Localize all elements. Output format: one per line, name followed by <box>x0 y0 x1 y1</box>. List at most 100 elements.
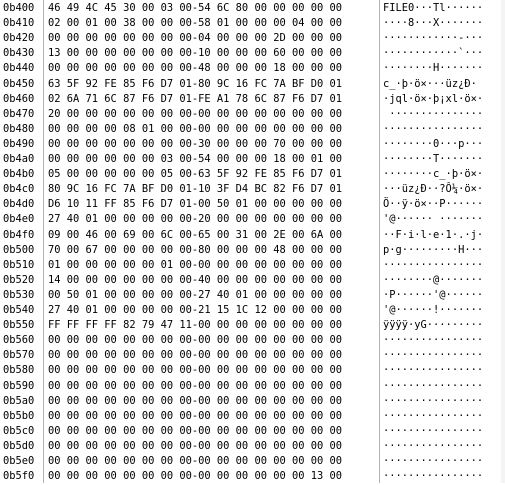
hex-bytes[interactable]: 00 00 00 00 00 00 00 00-04 00 00 00 2D 0… <box>48 31 342 47</box>
ascii-text[interactable]: ················ <box>383 348 483 364</box>
hex-bytes[interactable]: FF FF FF FF 82 79 47 11-00 00 00 00 00 0… <box>48 318 342 334</box>
hex-bytes[interactable]: 20 00 00 00 00 00 00 00-00 00 00 00 00 0… <box>48 107 342 123</box>
ascii-text[interactable]: ··············· <box>383 107 483 123</box>
ascii-text[interactable]: ·jql·ö×·þ¡xl·ö×· <box>383 92 483 108</box>
hex-bytes[interactable]: 00 00 00 00 08 01 00 00-00 00 00 00 00 0… <box>48 122 342 138</box>
hex-bytes[interactable]: 00 00 00 00 00 00 00 00-00 00 00 00 00 0… <box>48 394 342 410</box>
ascii-text[interactable]: ········0···p··· <box>383 137 483 153</box>
ascii-text[interactable]: ÿÿÿÿ·yG········· <box>383 318 483 334</box>
offset-cell: 0b430 <box>3 47 35 60</box>
offset-cell: 0b410 <box>3 17 35 30</box>
offset-cell: 0b4f0 <box>3 228 35 241</box>
ascii-text[interactable]: '@······!······· <box>383 303 483 319</box>
hex-editor-view[interactable]: 0b400 46 49 4C 45 30 00 03 00-54 6C 80 00… <box>0 0 505 483</box>
hex-bytes[interactable]: 02 00 01 00 38 00 00 00-58 01 00 00 00 0… <box>48 16 342 32</box>
ascii-text[interactable]: ········H······· <box>383 61 483 77</box>
ascii-text[interactable]: Ö··ÿ·ö×··P······ <box>383 197 483 213</box>
hex-bytes[interactable]: 05 00 00 00 00 00 05 00-63 5F 92 FE 85 F… <box>48 167 342 183</box>
ascii-text[interactable]: ················ <box>383 379 483 395</box>
hex-bytes[interactable]: 63 5F 92 FE 85 F6 D7 01-80 9C 16 FC 7A B… <box>48 77 342 93</box>
offset-cell: 0b5a0 <box>3 394 35 407</box>
hex-bytes[interactable]: 27 40 01 00 00 00 00 00-20 00 00 00 00 0… <box>48 212 342 228</box>
hex-bytes[interactable]: 00 00 00 00 00 00 00 00-00 00 00 00 00 0… <box>48 469 342 485</box>
hex-bytes[interactable]: 00 00 00 00 00 00 00 00-00 00 00 00 00 0… <box>48 348 342 364</box>
offset-cell: 0b460 <box>3 92 35 105</box>
ascii-text[interactable]: ················ <box>383 122 483 138</box>
ascii-text[interactable]: ··F·i·l·e·1·.·j· <box>383 228 483 244</box>
ascii-text[interactable]: ················ <box>383 469 483 485</box>
offset-cell: 0b5f0 <box>3 470 35 483</box>
ascii-text[interactable]: '@······ ······· <box>383 212 483 228</box>
offset-cell: 0b4c0 <box>3 183 35 196</box>
ascii-text[interactable]: c_·þ·ö×···üz¿Ð· <box>383 77 477 93</box>
hex-bytes[interactable]: 00 50 01 00 00 00 00 00-27 40 01 00 00 0… <box>48 288 342 304</box>
hex-bytes[interactable]: 80 9C 16 FC 7A BF D0 01-10 3F D4 BC 82 F… <box>48 182 342 198</box>
hex-bytes[interactable]: 27 40 01 00 00 00 00 00-21 15 1C 12 00 0… <box>48 303 342 319</box>
ascii-text[interactable]: ········c_·þ·ö×· <box>383 167 483 183</box>
hex-bytes[interactable]: 00 00 00 00 00 00 00 00-48 00 00 00 18 0… <box>48 61 342 77</box>
offset-cell: 0b5e0 <box>3 455 35 467</box>
hex-bytes[interactable]: 00 00 00 00 00 00 00 00-00 00 00 00 00 0… <box>48 454 342 470</box>
ascii-text[interactable]: ················ <box>383 258 483 274</box>
hex-bytes[interactable]: 00 00 00 00 00 00 00 00-00 00 00 00 00 0… <box>48 363 342 379</box>
offset-cell: 0b450 <box>3 77 35 90</box>
ascii-text[interactable]: ········T······· <box>383 152 483 168</box>
offset-column-divider <box>43 0 44 483</box>
hex-bytes[interactable]: 00 00 00 00 00 00 00 00-00 00 00 00 00 0… <box>48 379 342 395</box>
hex-bytes[interactable]: 00 00 00 00 00 00 00 00-00 00 00 00 00 0… <box>48 439 342 455</box>
ascii-text[interactable]: ················ <box>383 424 483 440</box>
hex-bytes[interactable]: 00 00 00 00 00 00 00 00-00 00 00 00 00 0… <box>48 409 342 425</box>
offset-cell: 0b500 <box>3 243 35 256</box>
scrollbar-edge[interactable] <box>501 0 505 483</box>
ascii-text[interactable]: ················ <box>383 439 483 455</box>
ascii-text[interactable]: ·P······'@······ <box>383 288 483 304</box>
offset-cell: 0b4e0 <box>3 213 35 226</box>
offset-cell: 0b420 <box>3 32 35 45</box>
offset-cell: 0b4b0 <box>3 168 35 181</box>
hex-bytes[interactable]: 46 49 4C 45 30 00 03 00-54 6C 80 00 00 0… <box>48 1 342 17</box>
ascii-column-divider <box>379 0 380 483</box>
offset-cell: 0b470 <box>3 107 35 120</box>
ascii-text[interactable]: ········@······· <box>383 273 483 289</box>
hex-bytes[interactable]: 13 00 00 00 00 00 00 00-10 00 00 00 60 0… <box>48 46 342 62</box>
ascii-text[interactable]: ············-··· <box>383 31 483 47</box>
offset-cell: 0b440 <box>3 62 35 75</box>
hex-bytes[interactable]: 00 00 00 00 00 00 03 00-54 00 00 00 18 0… <box>48 152 342 168</box>
hex-bytes[interactable]: 01 00 00 00 00 00 01 00-00 00 00 00 00 0… <box>48 258 342 274</box>
hex-bytes[interactable]: 02 6A 71 6C 87 F6 D7 01-FE A1 78 6C 87 F… <box>48 92 342 108</box>
hex-bytes[interactable]: 00 00 00 00 00 00 00 00-00 00 00 00 00 0… <box>48 333 342 349</box>
hex-bytes[interactable]: 00 00 00 00 00 00 00 00-00 00 00 00 00 0… <box>48 424 342 440</box>
offset-cell: 0b550 <box>3 319 35 332</box>
offset-cell: 0b510 <box>3 258 35 271</box>
offset-cell: 0b480 <box>3 122 35 135</box>
ascii-text[interactable]: ················ <box>383 333 483 349</box>
ascii-text[interactable]: p·g·········H··· <box>383 243 483 259</box>
hex-bytes[interactable]: 70 00 67 00 00 00 00 00-80 00 00 00 48 0… <box>48 243 342 259</box>
offset-cell: 0b4d0 <box>3 198 35 211</box>
hex-bytes[interactable]: 00 00 00 00 00 00 00 00-30 00 00 00 70 0… <box>48 137 342 153</box>
ascii-text[interactable]: ················ <box>383 394 483 410</box>
hex-bytes[interactable]: D6 10 11 FF 85 F6 D7 01-00 50 01 00 00 0… <box>48 197 342 213</box>
hex-bytes[interactable]: 14 00 00 00 00 00 00 00-40 00 00 00 00 0… <box>48 273 342 289</box>
hex-bytes[interactable]: 09 00 46 00 69 00 6C 00-65 00 31 00 2E 0… <box>48 228 342 244</box>
ascii-text[interactable]: ····8···X······· <box>383 16 483 32</box>
offset-cell: 0b540 <box>3 304 35 316</box>
ascii-text[interactable]: ···üz¿Ð··?Ô¼·ö×· <box>383 182 483 198</box>
offset-cell: 0b530 <box>3 288 35 301</box>
ascii-text[interactable]: ················ <box>383 409 483 425</box>
offset-cell: 0b560 <box>3 334 35 347</box>
ascii-text[interactable]: FILE0···Tl······ <box>383 1 483 17</box>
ascii-text[interactable]: ················ <box>383 363 483 379</box>
offset-cell: 0b580 <box>3 364 35 377</box>
ascii-text[interactable]: ············`··· <box>383 46 483 62</box>
offset-cell: 0b4a0 <box>3 153 35 165</box>
offset-cell: 0b5c0 <box>3 424 35 437</box>
offset-cell: 0b5d0 <box>3 439 35 452</box>
ascii-text[interactable]: ················ <box>383 454 483 470</box>
offset-cell: 0b400 <box>3 2 35 14</box>
offset-cell: 0b490 <box>3 137 35 150</box>
offset-cell: 0b5b0 <box>3 409 35 422</box>
offset-cell: 0b570 <box>3 349 35 362</box>
offset-cell: 0b590 <box>3 379 35 392</box>
offset-cell: 0b520 <box>3 273 35 286</box>
